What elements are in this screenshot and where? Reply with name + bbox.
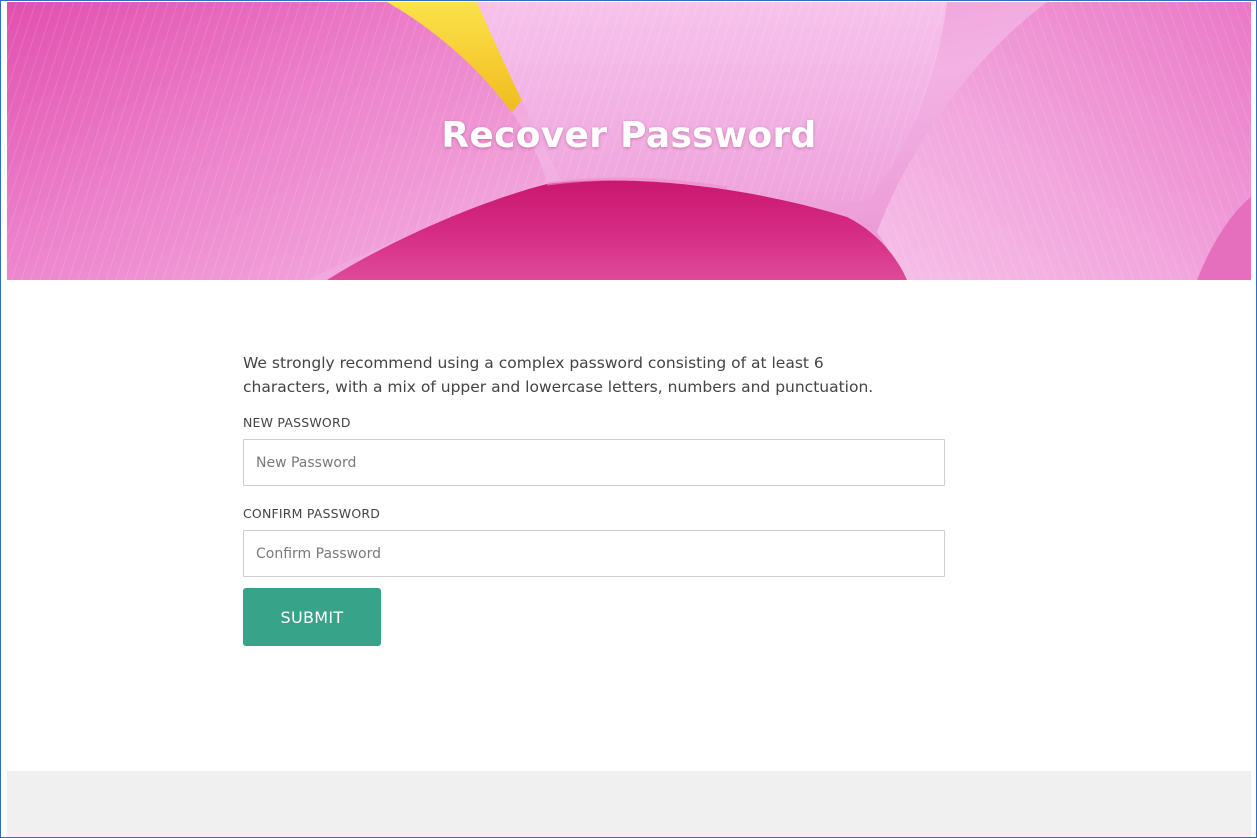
new-password-label: NEW PASSWORD: [243, 415, 351, 430]
recover-password-form: We strongly recommend using a complex pa…: [243, 351, 945, 646]
page-frame: Recover Password We strongly recommend u…: [0, 0, 1257, 838]
new-password-input[interactable]: [243, 439, 945, 486]
hero-banner: Recover Password: [7, 2, 1251, 280]
footer-band: [7, 771, 1251, 837]
page-title: Recover Password: [441, 115, 817, 156]
confirm-password-label: CONFIRM PASSWORD: [243, 506, 381, 521]
password-recommendation-text: We strongly recommend using a complex pa…: [243, 354, 874, 396]
submit-button[interactable]: SUBMIT: [243, 588, 381, 646]
confirm-password-input[interactable]: [243, 530, 945, 577]
